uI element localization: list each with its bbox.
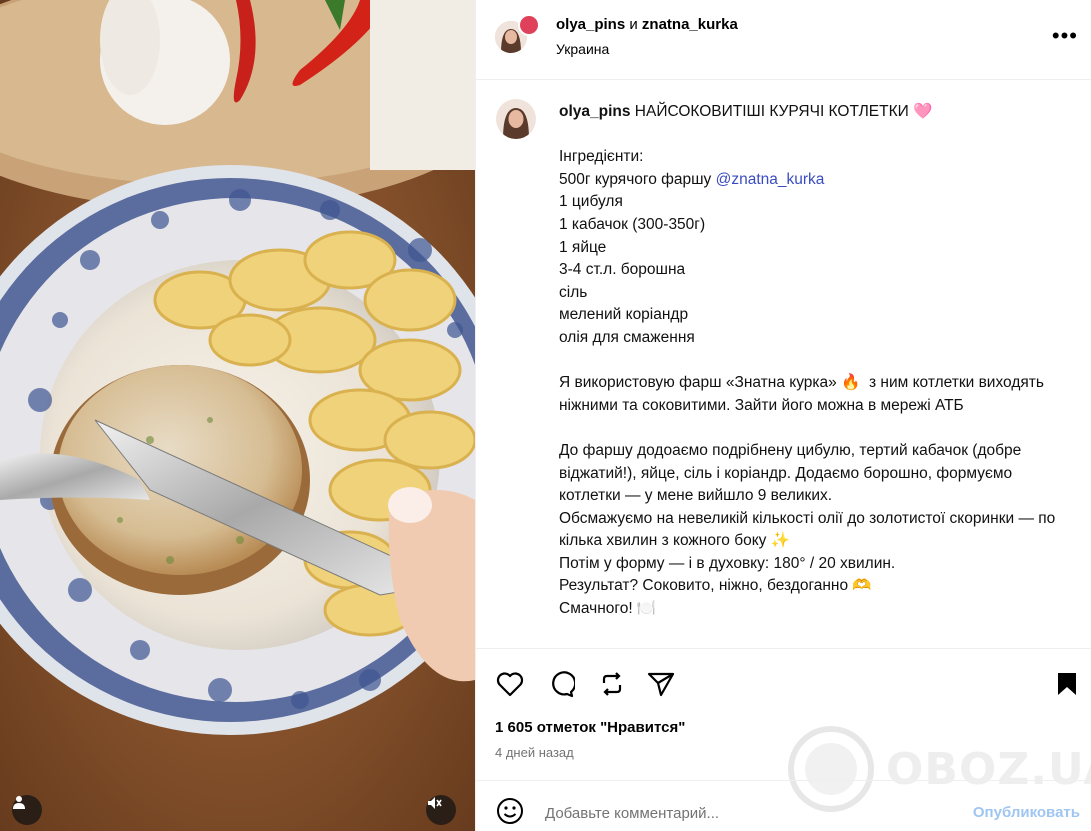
tagged-users-button[interactable]: [12, 795, 42, 825]
ingredients-label: Інгредієнти:: [559, 148, 644, 166]
more-icon[interactable]: •••: [1052, 25, 1078, 47]
caption-title: НАЙСОКОВИТІШІ КУРЯЧІ КОТЛЕТКИ 🩷: [630, 103, 933, 120]
share-icon: [647, 672, 675, 697]
mute-icon: [428, 797, 442, 809]
likes-count[interactable]: 1 605 отметок "Нравится": [495, 719, 685, 736]
header-and: и: [625, 16, 642, 33]
post-panel: olya_pins и znatna_kurka Украина ••• oly…: [475, 0, 1091, 831]
emoji-icon: [497, 798, 523, 824]
mention-link[interactable]: @znatna_kurka: [716, 171, 825, 188]
header-usernames: olya_pins и znatna_kurka: [556, 16, 738, 33]
post-comment-button[interactable]: Опубликовать: [973, 804, 1080, 821]
ingredient-minced: 500г курячого фаршу @znatna_kurka: [559, 169, 1059, 192]
user-icon: [13, 796, 25, 809]
save-button[interactable]: [1052, 669, 1082, 699]
caption-paragraph-2: Я використовую фарш «Знатна курка» 🔥 з н…: [559, 374, 1049, 414]
share-button[interactable]: [646, 669, 676, 699]
location-link[interactable]: Украина: [556, 41, 609, 57]
ingredient-item: сіль: [559, 283, 588, 301]
caption-avatar[interactable]: [496, 99, 536, 139]
heart-icon: [496, 672, 524, 697]
post-time[interactable]: 4 дней назад: [495, 745, 574, 760]
collab-avatar[interactable]: [518, 14, 540, 36]
mute-button[interactable]: [426, 795, 456, 825]
emoji-button[interactable]: [495, 796, 525, 826]
like-button[interactable]: [495, 669, 525, 699]
comment-input[interactable]: Добавьте комментарий...: [545, 805, 719, 822]
caption: olya_pins НАЙСОКОВИТІШІ КУРЯЧІ КОТЛЕТКИ …: [559, 101, 1059, 621]
bookmark-icon: [1058, 673, 1076, 695]
comment-button[interactable]: [546, 669, 576, 699]
ingredient-item: 1 кабачок (300-350г): [559, 215, 706, 233]
ingredient-item: мелений коріандр: [559, 306, 689, 324]
caption-paragraph-3: До фаршу додоаємо подрібнену цибулю, тер…: [559, 441, 1056, 618]
comment-icon: [552, 671, 575, 698]
ingredient-minced-text: 500г курячого фаршу: [559, 170, 716, 188]
repost-icon: [602, 672, 622, 696]
post-media[interactable]: [0, 0, 475, 831]
avatar-image: [496, 99, 536, 139]
ingredient-item: 1 яйце: [559, 238, 607, 256]
comment-bar: Добавьте комментарий... Опубликовать: [476, 780, 1091, 831]
repost-button[interactable]: [597, 669, 627, 699]
ingredient-item: 1 цибуля: [559, 193, 623, 211]
header-user1[interactable]: olya_pins: [556, 16, 625, 33]
food-photo: [0, 0, 475, 831]
header-user2[interactable]: znatna_kurka: [642, 16, 738, 33]
post-header: olya_pins и znatna_kurka Украина •••: [476, 0, 1091, 80]
caption-username[interactable]: olya_pins: [559, 103, 631, 120]
ingredient-item: олія для смаження: [559, 328, 695, 346]
ingredient-item: 3-4 ст.л. борошна: [559, 261, 686, 279]
caption-title-line: olya_pins НАЙСОКОВИТІШІ КУРЯЧІ КОТЛЕТКИ …: [559, 101, 1059, 124]
